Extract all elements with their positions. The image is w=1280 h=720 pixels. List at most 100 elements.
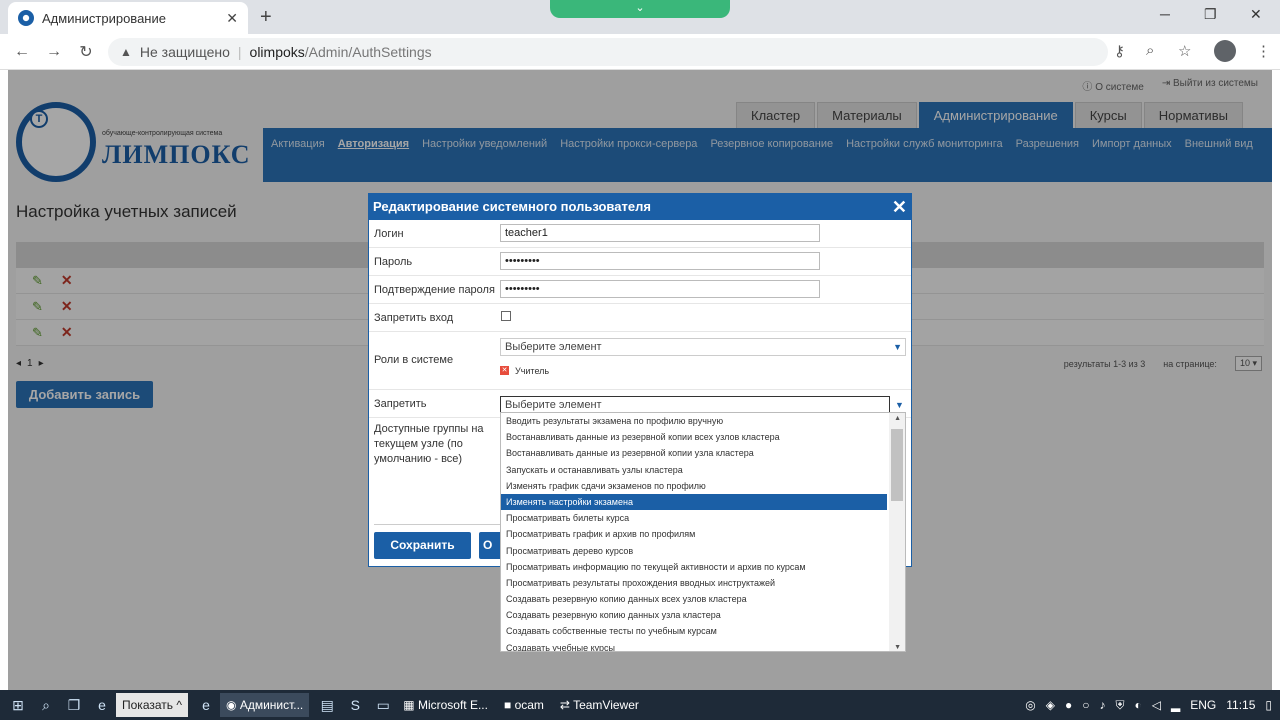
key-icon[interactable]: ⚷ bbox=[1114, 42, 1125, 60]
confirm-password-label: Подтверждение пароля bbox=[374, 284, 495, 296]
confirm-password-row: Подтверждение пароля ••••••••• bbox=[369, 276, 911, 304]
shield-icon[interactable]: ⛨ bbox=[1116, 698, 1125, 713]
reload-icon[interactable]: ↻ bbox=[70, 42, 102, 62]
new-tab-icon[interactable]: + bbox=[260, 6, 272, 29]
chrome-icon: ◉ bbox=[226, 698, 240, 712]
search-icon[interactable]: ⌕ bbox=[32, 697, 60, 714]
url-host: olimpoks bbox=[249, 44, 305, 60]
scroll-down-icon[interactable]: ▼ bbox=[894, 644, 901, 651]
tray-icon[interactable]: ○ bbox=[1082, 698, 1089, 712]
network-icon[interactable]: ▂ bbox=[1171, 698, 1180, 712]
notepad-icon[interactable]: ▤ bbox=[313, 697, 341, 714]
window-close-icon[interactable]: ✕ bbox=[1250, 6, 1262, 23]
groups-label: Доступные группы на текущем узле (по умо… bbox=[374, 423, 484, 465]
taskbar-app-ocam[interactable]: ■ ocam bbox=[498, 693, 550, 717]
list-item[interactable]: Запускать и останавливать узлы кластера bbox=[501, 462, 887, 478]
list-item[interactable]: Востанавливать данные из резервной копии… bbox=[501, 429, 887, 445]
browser-tabbar: Администрирование ✕ + ⌄ ─ ❐ ✕ bbox=[0, 0, 1280, 34]
scrollbar-thumb[interactable] bbox=[891, 429, 903, 501]
tab-title: Администрирование bbox=[42, 10, 166, 26]
roles-select[interactable]: Выберите элемент ▼ bbox=[500, 338, 906, 356]
ie-icon[interactable]: e bbox=[192, 697, 220, 713]
list-item[interactable]: Вводить результаты экзамена по профилю в… bbox=[501, 413, 887, 429]
restore-icon[interactable]: ❐ bbox=[1204, 6, 1217, 23]
deny-login-checkbox[interactable] bbox=[501, 311, 511, 321]
insecure-label: Не защищено bbox=[139, 44, 230, 60]
tray-icon[interactable]: ◎ bbox=[1025, 698, 1035, 712]
task-view-icon[interactable]: ❐ bbox=[60, 697, 88, 714]
taskbar-app-excel[interactable]: ▦ Microsoft E... bbox=[397, 693, 494, 717]
confirm-password-input[interactable]: ••••••••• bbox=[500, 280, 820, 298]
url-separator: | bbox=[237, 44, 242, 60]
dropdown-scrollbar[interactable]: ▲ ▼ bbox=[889, 413, 905, 651]
password-input[interactable]: ••••••••• bbox=[500, 252, 820, 270]
taskbar-app-teamviewer[interactable]: ⇄ TeamViewer bbox=[554, 693, 645, 717]
chevron-down-icon: ⌄ bbox=[635, 2, 645, 14]
chevron-up-icon: ^ bbox=[176, 698, 182, 712]
deny-login-label: Запретить вход bbox=[374, 312, 454, 324]
list-item[interactable]: Создавать резервную копию данных всех уз… bbox=[501, 591, 887, 607]
list-item[interactable]: Создавать собственные тесты по учебным к… bbox=[501, 623, 887, 639]
role-tag: Учитель bbox=[515, 366, 550, 376]
recorder-pill[interactable]: ⌄ bbox=[550, 0, 730, 18]
tray-icon[interactable]: ● bbox=[1065, 698, 1072, 712]
microphone-icon[interactable]: ♪ bbox=[1100, 698, 1106, 712]
tray-icon[interactable]: ◈ bbox=[1046, 698, 1055, 712]
tab-close-icon[interactable]: ✕ bbox=[226, 10, 238, 27]
list-item[interactable]: Просматривать график и архив по профилям bbox=[501, 526, 887, 542]
minimize-icon[interactable]: ─ bbox=[1160, 6, 1170, 22]
deny-label: Запретить bbox=[374, 398, 427, 410]
chevron-down-icon: ▼ bbox=[893, 342, 902, 352]
list-item[interactable]: Просматривать информацию по текущей акти… bbox=[501, 559, 887, 575]
password-label: Пароль bbox=[374, 256, 413, 268]
ocam-icon: ■ bbox=[503, 698, 515, 712]
list-item-highlighted[interactable]: Изменять настройки экзамена bbox=[501, 493, 887, 511]
browser-tab[interactable]: Администрирование ✕ bbox=[8, 2, 248, 34]
list-item[interactable]: Создавать учебные курсы bbox=[501, 640, 887, 651]
clock[interactable]: 11:15 bbox=[1226, 698, 1255, 712]
skype-icon[interactable]: S bbox=[341, 697, 369, 713]
forward-icon[interactable]: → bbox=[38, 43, 70, 61]
url-input[interactable]: ▲ Не защищено | olimpoks/Admin/AuthSetti… bbox=[108, 38, 1108, 66]
deny-dropdown-list: Вводить результаты экзамена по профилю в… bbox=[500, 412, 906, 652]
list-item[interactable]: Востанавливать данные из резервной копии… bbox=[501, 445, 887, 461]
url-path: /Admin/AuthSettings bbox=[304, 44, 432, 60]
edge-icon[interactable]: e bbox=[88, 697, 116, 713]
remove-tag-icon[interactable]: ✕ bbox=[500, 366, 509, 375]
windows-start-icon[interactable]: ⊞ bbox=[4, 697, 32, 714]
scroll-up-icon[interactable]: ▲ bbox=[894, 415, 901, 422]
roles-row: Роли в системе Выберите элемент ▼ ✕ Учит… bbox=[369, 332, 911, 390]
back-icon[interactable]: ← bbox=[6, 43, 38, 61]
chevron-down-icon[interactable]: ▼ bbox=[895, 400, 904, 410]
list-item[interactable]: Просматривать билеты курса bbox=[501, 510, 887, 526]
menu-dots-icon[interactable]: ⋮ bbox=[1256, 42, 1271, 60]
taskbar-app-browser[interactable]: ◉ Админист... bbox=[220, 693, 310, 717]
folder-icon[interactable]: ▭ bbox=[369, 697, 397, 714]
dialog-close-icon[interactable]: ✕ bbox=[892, 194, 907, 220]
list-item[interactable]: Создавать резервную копию данных узла кл… bbox=[501, 607, 887, 623]
tray-icon[interactable]: ◐ bbox=[1135, 698, 1142, 712]
show-desktop-button[interactable]: Показать ^ bbox=[116, 693, 188, 717]
system-tray: ◎ ◈ ● ○ ♪ ⛨ ◐ ◁ ▂ ENG 11:15 ▯ bbox=[1025, 690, 1272, 720]
login-label: Логин bbox=[374, 228, 404, 240]
speaker-icon[interactable]: ◁ bbox=[1152, 698, 1161, 712]
password-row: Пароль ••••••••• bbox=[369, 248, 911, 276]
list-item[interactable]: Изменять график сдачи экзаменов по профи… bbox=[501, 478, 887, 494]
list-item[interactable]: Просматривать результаты прохождения вво… bbox=[501, 575, 887, 591]
site-favicon-icon bbox=[18, 10, 34, 26]
profile-avatar-icon[interactable] bbox=[1214, 40, 1236, 62]
login-input[interactable]: teacher1 bbox=[500, 224, 820, 242]
teamviewer-icon: ⇄ bbox=[559, 698, 574, 712]
list-item[interactable]: Просматривать дерево курсов bbox=[501, 543, 887, 559]
dialog-title: Редактирование системного пользователя ✕ bbox=[369, 194, 911, 220]
save-button[interactable]: Сохранить bbox=[374, 532, 471, 559]
star-icon[interactable]: ☆ bbox=[1178, 42, 1191, 60]
zoom-search-icon[interactable]: ⌕ bbox=[1146, 42, 1154, 59]
warning-icon: ▲ bbox=[120, 45, 132, 59]
login-row: Логин teacher1 bbox=[369, 220, 911, 248]
lang-indicator[interactable]: ENG bbox=[1190, 698, 1216, 712]
notifications-icon[interactable]: ▯ bbox=[1265, 698, 1272, 712]
page-viewport: ⓘ О системе ⇥ Выйти из системы T обучающ… bbox=[8, 70, 1272, 690]
page-content: ⓘ О системе ⇥ Выйти из системы T обучающ… bbox=[8, 70, 1272, 690]
deny-login-row: Запретить вход bbox=[369, 304, 911, 332]
